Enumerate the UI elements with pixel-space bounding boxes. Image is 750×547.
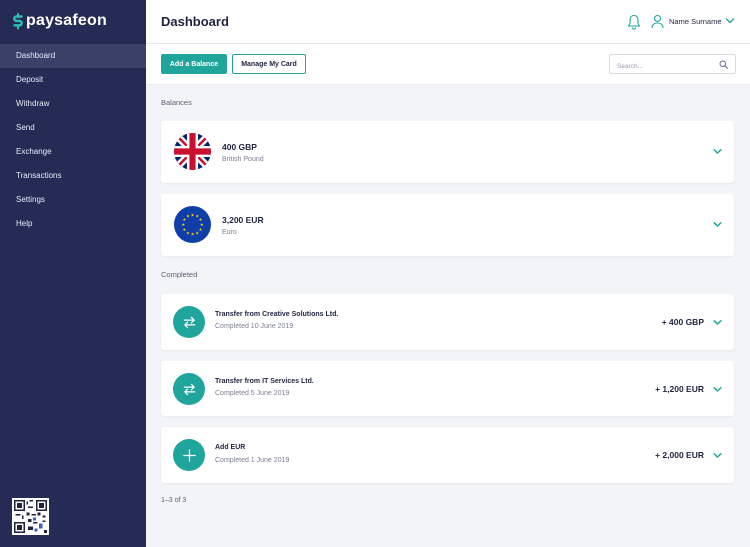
manage-card-button[interactable]: Manage My Card <box>232 54 306 74</box>
add-balance-button[interactable]: Add a Balance <box>161 54 227 74</box>
svg-text:★: ★ <box>186 230 190 236</box>
transaction-date: Completed 5 June 2019 <box>215 390 290 397</box>
sidebar-item-transactions[interactable]: Transactions <box>0 164 146 188</box>
svg-text:★: ★ <box>191 232 195 238</box>
transaction-row[interactable]: Transfer from Creative Solutions Ltd. Co… <box>161 294 734 350</box>
svg-text:★: ★ <box>195 230 199 236</box>
sidebar-item-withdraw[interactable]: Withdraw <box>0 92 146 116</box>
chevron-down-icon[interactable] <box>713 221 722 228</box>
transaction-date: Completed 1 June 2019 <box>215 457 290 464</box>
transaction-row[interactable]: Transfer from IT Services Ltd. Completed… <box>161 361 734 416</box>
qr-code-icon <box>12 498 49 535</box>
search-input[interactable] <box>617 57 717 76</box>
transaction-title: Add EUR <box>215 444 246 451</box>
bell-icon[interactable] <box>627 14 641 30</box>
brand-name: paysafeon <box>26 12 107 29</box>
currency-name: British Pound <box>222 156 264 163</box>
logo-mark-icon <box>13 12 23 29</box>
transaction-title: Transfer from Creative Solutions Ltd. <box>215 311 339 318</box>
search-icon[interactable] <box>719 60 728 69</box>
svg-text:★: ★ <box>186 214 190 220</box>
sidebar: paysafeon Dashboard Deposit Withdraw Sen… <box>0 0 146 547</box>
chevron-down-icon[interactable] <box>713 386 722 393</box>
transaction-amount: + 2,000 EUR <box>655 450 704 460</box>
balance-card-eur[interactable]: ★ ★ ★ ★ ★ ★ ★ ★ ★ ★ ★ ★ 3,200 EUR Euro <box>161 194 734 256</box>
transaction-amount: + 400 GBP <box>661 317 704 327</box>
top-header: Dashboard Name Surname <box>146 0 750 44</box>
pagination-info: 1–3 of 3 <box>161 497 187 504</box>
svg-text:★: ★ <box>199 227 203 233</box>
chevron-down-icon[interactable] <box>713 319 722 326</box>
user-name[interactable]: Name Surname <box>669 17 722 26</box>
transfer-icon <box>173 373 205 405</box>
completed-heading: Completed <box>161 270 198 279</box>
balance-amount: 400 GBP <box>222 142 257 152</box>
balances-heading: Balances <box>161 98 192 107</box>
page-title: Dashboard <box>161 14 229 29</box>
sidebar-item-settings[interactable]: Settings <box>0 188 146 212</box>
sidebar-nav: Dashboard Deposit Withdraw Send Exchange… <box>0 44 146 236</box>
transaction-row[interactable]: Add EUR Completed 1 June 2019 + 2,000 EU… <box>161 427 734 483</box>
transfer-icon <box>173 306 205 338</box>
sidebar-item-send[interactable]: Send <box>0 116 146 140</box>
sidebar-item-exchange[interactable]: Exchange <box>0 140 146 164</box>
plus-icon <box>173 439 205 471</box>
balance-amount: 3,200 EUR <box>222 215 264 225</box>
chevron-down-icon[interactable] <box>713 148 722 155</box>
sidebar-item-deposit[interactable]: Deposit <box>0 68 146 92</box>
chevron-down-icon[interactable] <box>713 452 722 459</box>
user-icon[interactable] <box>651 14 664 29</box>
svg-text:★: ★ <box>199 217 203 223</box>
transaction-date: Completed 10 June 2019 <box>215 323 294 330</box>
search-box[interactable] <box>609 54 736 76</box>
sidebar-item-dashboard[interactable]: Dashboard <box>0 44 146 68</box>
uk-flag-icon <box>174 133 211 170</box>
sidebar-item-help[interactable]: Help <box>0 212 146 236</box>
eu-flag-icon: ★ ★ ★ ★ ★ ★ ★ ★ ★ ★ ★ ★ <box>174 206 211 243</box>
action-toolbar: Add a Balance Manage My Card <box>146 44 750 85</box>
currency-name: Euro <box>222 229 237 236</box>
balance-card-gbp[interactable]: 400 GBP British Pound <box>161 121 734 183</box>
transaction-amount: + 1,200 EUR <box>655 384 704 394</box>
transaction-title: Transfer from IT Services Ltd. <box>215 378 314 385</box>
brand-logo[interactable]: paysafeon <box>12 12 107 30</box>
svg-text:★: ★ <box>191 212 195 218</box>
chevron-down-icon[interactable] <box>725 17 735 25</box>
svg-text:★: ★ <box>200 222 204 228</box>
